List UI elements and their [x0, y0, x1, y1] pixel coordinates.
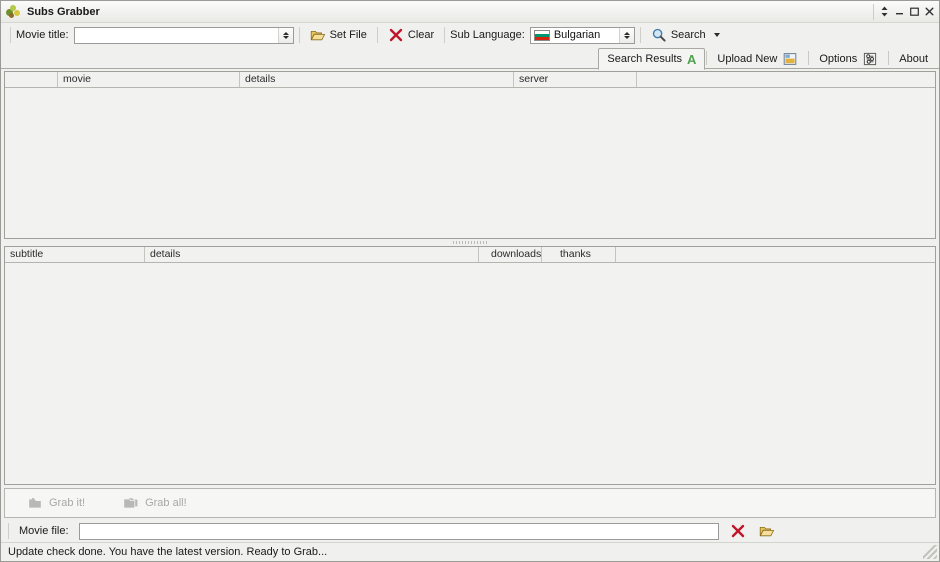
tab-separator	[808, 50, 810, 65]
toolbar-separator	[376, 27, 378, 43]
maximize-button[interactable]	[907, 4, 922, 19]
open-folder-icon	[759, 527, 774, 537]
toolbar-separator	[298, 27, 300, 43]
upload-icon	[784, 53, 797, 65]
tab-options[interactable]: Options	[810, 48, 887, 69]
movie-file-row-spacer	[784, 520, 936, 542]
spinner-down-icon	[623, 35, 630, 39]
app-window: Subs Grabber Movie title: Set File Clear…	[0, 0, 940, 562]
movie-title-label: Movie title:	[16, 29, 69, 41]
results-column-extra[interactable]	[637, 72, 935, 87]
movie-file-browse-button[interactable]	[755, 522, 779, 541]
subtitles-column-thanks[interactable]: thanks	[542, 247, 616, 262]
subtitles-grid-body[interactable]	[5, 263, 935, 484]
subtitles-column-extra[interactable]	[616, 247, 935, 262]
toolbar-separator	[444, 27, 446, 43]
tab-separator	[706, 50, 708, 65]
grab-it-label: Grab it!	[49, 497, 86, 509]
movie-file-row: Movie file:	[4, 520, 936, 542]
status-bar: Update check done. You have the latest v…	[1, 542, 939, 561]
tab-options-label: Options	[819, 53, 858, 65]
rollup-button[interactable]	[877, 4, 892, 19]
results-column-server[interactable]: server	[514, 72, 637, 87]
tab-separator	[888, 50, 890, 65]
app-leaf-icon	[6, 4, 22, 20]
splitter-grip-icon	[453, 241, 487, 244]
search-results-grid[interactable]: movie details server	[4, 71, 936, 239]
results-column-details[interactable]: details	[240, 72, 514, 87]
options-icon	[864, 52, 877, 66]
movie-title-combo[interactable]	[73, 26, 294, 44]
movie-file-input[interactable]	[78, 522, 719, 540]
spinner-up-icon	[282, 31, 289, 35]
results-column-movie[interactable]: movie	[58, 72, 240, 87]
tab-strip: Search Results A Upload New Options Abou…	[1, 46, 939, 70]
search-button[interactable]: Search	[646, 26, 725, 45]
window-controls	[873, 3, 937, 20]
chevron-down-icon[interactable]	[713, 33, 720, 37]
resize-grip-icon[interactable]	[923, 545, 937, 559]
tab-search-results[interactable]: Search Results A	[598, 48, 706, 70]
grab-all-label: Grab all!	[145, 497, 187, 509]
window-title: Subs Grabber	[27, 5, 100, 18]
subtitles-grid-header: subtitle details downloads thanks	[5, 247, 935, 263]
subtitles-column-subtitle[interactable]: subtitle	[5, 247, 145, 262]
toolbar-separator	[10, 27, 11, 43]
bulgaria-flag-icon	[533, 29, 550, 41]
set-file-button[interactable]: Set File	[305, 26, 372, 45]
grab-all-icon	[124, 498, 138, 508]
title-bar[interactable]: Subs Grabber	[1, 1, 939, 23]
results-column-blank[interactable]	[5, 72, 58, 87]
sub-language-spinner[interactable]	[618, 27, 634, 43]
red-x-icon	[389, 28, 403, 42]
sub-language-label: Sub Language:	[450, 29, 525, 41]
status-message: Update check done. You have the latest v…	[8, 546, 328, 558]
subtitles-grid[interactable]: subtitle details downloads thanks	[4, 246, 936, 485]
subtitles-column-downloads[interactable]: downloads	[479, 247, 542, 262]
toolbar-separator	[639, 27, 641, 43]
content-area: movie details server subtitle details do…	[1, 69, 939, 542]
spinner-up-icon	[623, 31, 630, 35]
search-icon	[652, 28, 666, 42]
movie-title-input[interactable]	[74, 27, 278, 43]
grab-all-button[interactable]: Grab all!	[123, 495, 187, 511]
sub-language-value: Bulgarian	[553, 29, 601, 41]
results-grid-header: movie details server	[5, 72, 935, 88]
red-x-icon	[731, 524, 745, 538]
movie-file-clear-button[interactable]	[726, 522, 750, 541]
tab-upload-new-label: Upload New	[717, 53, 778, 65]
tab-about[interactable]: About	[890, 48, 937, 69]
clear-label: Clear	[407, 29, 435, 41]
open-folder-icon	[310, 31, 325, 41]
subtitles-column-details[interactable]: details	[145, 247, 479, 262]
grab-it-icon	[29, 498, 41, 508]
clear-button[interactable]: Clear	[383, 26, 439, 45]
sub-language-combo[interactable]: Bulgarian	[529, 26, 635, 44]
minimize-button[interactable]	[892, 4, 907, 19]
spinner-down-icon	[282, 35, 289, 39]
grab-action-bar: Grab it! Grab all!	[4, 488, 936, 518]
tab-about-label: About	[899, 53, 928, 65]
set-file-label: Set File	[329, 29, 367, 41]
movie-title-spinner[interactable]	[277, 27, 293, 43]
movie-file-label: Movie file:	[19, 525, 69, 537]
tab-search-results-label: Search Results	[607, 53, 683, 65]
search-label: Search	[670, 29, 706, 41]
close-button[interactable]	[922, 4, 937, 19]
grab-it-button[interactable]: Grab it!	[27, 495, 85, 511]
results-grid-body[interactable]	[5, 88, 935, 238]
main-toolbar: Movie title: Set File Clear Sub Language…	[1, 24, 939, 46]
green-a-icon: A	[687, 51, 697, 67]
filerow-separator	[8, 523, 9, 539]
grid-splitter[interactable]	[4, 239, 936, 246]
tab-upload-new[interactable]: Upload New	[708, 48, 807, 69]
